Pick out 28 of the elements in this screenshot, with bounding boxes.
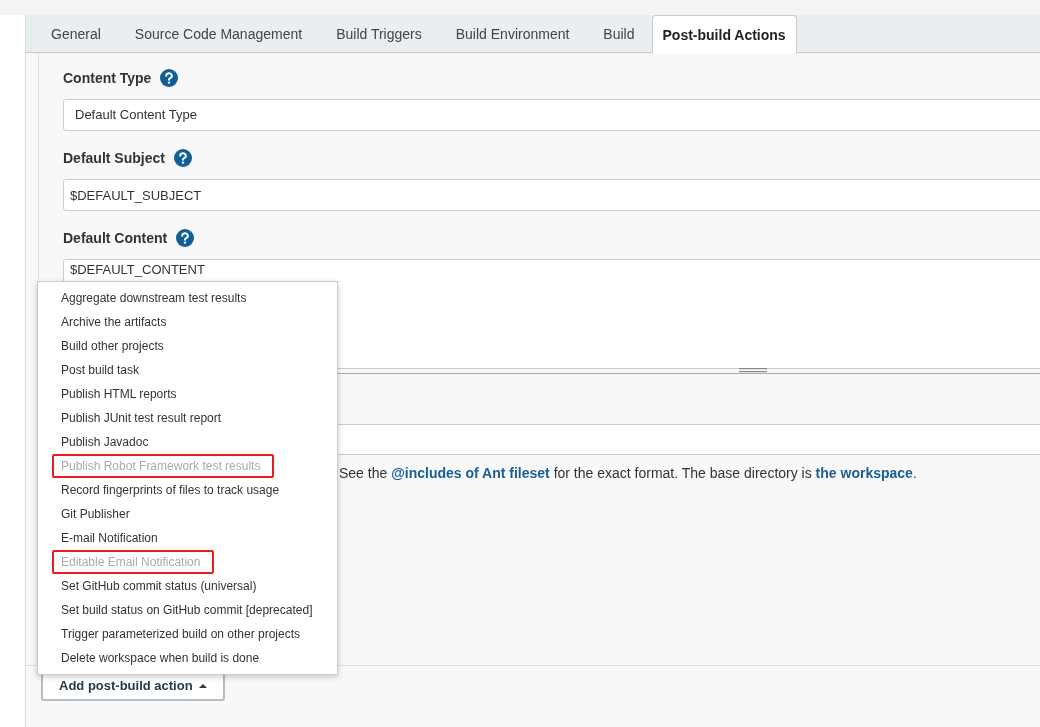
help-link[interactable]: the workspace xyxy=(815,465,913,481)
help-icon[interactable] xyxy=(160,69,179,87)
menu-item[interactable]: Set GitHub commit status (universal) xyxy=(38,574,337,598)
menu-item[interactable]: Delete workspace when build is done xyxy=(38,646,337,670)
tab[interactable]: Build xyxy=(586,15,652,52)
help-icon[interactable] xyxy=(176,229,195,247)
field-label: Default Content xyxy=(63,230,168,246)
tab[interactable]: General xyxy=(34,15,118,52)
menu-item[interactable]: Publish Javadoc xyxy=(38,430,337,454)
subject-field[interactable]: $DEFAULT_SUBJECT xyxy=(63,179,1040,211)
tab[interactable]: Build Environment xyxy=(438,15,587,52)
content-type-select[interactable]: Default Content Type xyxy=(63,99,1040,131)
tab[interactable]: Post-build Actions xyxy=(651,15,797,53)
tab[interactable]: Build Triggers xyxy=(319,15,439,52)
tab[interactable]: Source Code Management xyxy=(117,15,320,52)
menu-item[interactable]: Git Publisher xyxy=(38,502,337,526)
help-icon[interactable] xyxy=(173,149,192,167)
menu-item[interactable]: Trigger parameterized build on other projects xyxy=(38,622,337,646)
resize-handle-icon[interactable] xyxy=(739,368,767,373)
help-link[interactable]: @includes of Ant fileset xyxy=(391,465,550,481)
field-label: Default Subject xyxy=(63,150,165,166)
help-text: See the @includes of Ant fileset for the exact format. The base directory is the workspace. xyxy=(339,465,918,481)
field-label: Content Type xyxy=(63,70,152,86)
menu-item[interactable]: Record fingerprints of files to track usage xyxy=(38,478,337,502)
menu-item[interactable]: E-mail Notification xyxy=(38,526,337,550)
menu-item[interactable]: Publish JUnit test result report xyxy=(38,406,337,430)
menu-item[interactable]: Publish HTML reports xyxy=(38,382,337,406)
menu-item[interactable]: Set build status on GitHub commit [deprecated] xyxy=(38,598,337,622)
